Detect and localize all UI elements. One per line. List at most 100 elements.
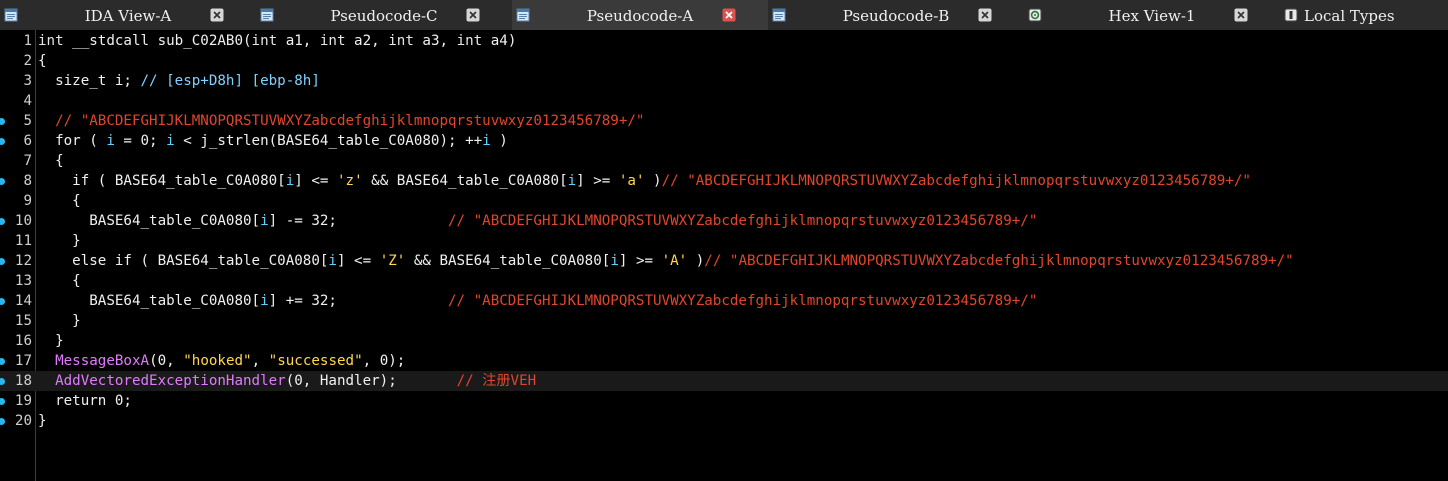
code-line[interactable]: 10 BASE64_table_C0A080[i] -= 32; // "ABC… — [0, 211, 1448, 231]
code-text: AddVectoredExceptionHandler(0, Handler);… — [38, 371, 536, 391]
code-text: int __stdcall sub_C02AB0(int a1, int a2,… — [38, 31, 516, 51]
tab-label: Local Types — [1304, 7, 1395, 25]
code-token: else if ( BASE64_table_C0A080[ — [38, 253, 329, 269]
close-icon[interactable] — [210, 8, 224, 22]
tab-local-types[interactable]: Local Types — [1280, 0, 1448, 30]
code-token: i — [106, 133, 115, 149]
code-token: , — [251, 353, 269, 369]
tab-pseudocode-a[interactable]: Pseudocode-A — [512, 0, 768, 30]
code-token: ] <= — [294, 173, 337, 189]
code-token: } — [38, 333, 64, 349]
code-line[interactable]: 19 return 0; — [0, 391, 1448, 411]
code-line[interactable]: 2{ — [0, 51, 1448, 71]
code-token: // [esp+D8h] [ebp-8h] — [140, 73, 320, 89]
line-number: 4 — [23, 93, 32, 109]
code-token: // "ABCDEFGHIJKLMNOPQRSTUVWXYZabcdefghij… — [704, 253, 1294, 269]
code-line[interactable]: 16 } — [0, 331, 1448, 351]
code-token: AddVectoredExceptionHandler — [55, 373, 286, 389]
code-line[interactable]: 8 if ( BASE64_table_C0A080[i] <= 'z' && … — [0, 171, 1448, 191]
code-line[interactable]: 1 int __stdcall sub_C02AB0(int a1, int a2… — [0, 31, 1448, 51]
code-token: int — [38, 33, 64, 49]
tab-pseudocode-c[interactable]: Pseudocode-C — [256, 0, 512, 30]
code-text: { — [38, 51, 47, 71]
code-line[interactable]: 11 } — [0, 231, 1448, 251]
code-line[interactable]: 15 } — [0, 311, 1448, 331]
code-token: i — [610, 253, 619, 269]
line-number: 3 — [23, 73, 32, 89]
line-number: 18 — [14, 373, 32, 389]
local-types-icon — [1284, 8, 1298, 22]
code-token: // "ABCDEFGHIJKLMNOPQRSTUVWXYZabcdefghij… — [661, 173, 1251, 189]
code-token: // "ABCDEFGHIJKLMNOPQRSTUVWXYZabcdefghij… — [55, 113, 645, 129]
code-token: i — [260, 213, 269, 229]
code-text: MessageBoxA(0, "hooked", "successed", 0)… — [38, 351, 405, 371]
code-token: ) — [490, 133, 508, 149]
close-icon[interactable] — [1234, 8, 1248, 22]
code-token: = 0; — [114, 133, 167, 149]
code-text: } — [38, 411, 47, 431]
code-token: (0, — [149, 353, 184, 369]
tab-pseudocode-b[interactable]: Pseudocode-B — [768, 0, 1024, 30]
code-token: for ( — [38, 133, 107, 149]
line-number: 7 — [23, 153, 32, 169]
code-line[interactable]: 12 else if ( BASE64_table_C0A080[i] <= '… — [0, 251, 1448, 271]
tab-bar: IDA View-A Pseudocode-C Pseudocode-A Pseudo… — [0, 0, 1448, 30]
pseudocode-editor[interactable]: 1 int __stdcall sub_C02AB0(int a1, int a2… — [0, 30, 1448, 481]
code-token: ) — [644, 173, 662, 189]
code-token: ) — [687, 253, 705, 269]
code-token: { — [38, 53, 47, 69]
code-text: // "ABCDEFGHIJKLMNOPQRSTUVWXYZabcdefghij… — [38, 111, 644, 131]
close-icon[interactable] — [978, 8, 992, 22]
code-token: < j_strlen(BASE64_table_C0A080); ++ — [174, 133, 483, 149]
line-number: 15 — [14, 313, 32, 329]
code-token: int — [388, 33, 414, 49]
code-line[interactable]: 5 // "ABCDEFGHIJKLMNOPQRSTUVWXYZabcdefgh… — [0, 111, 1448, 131]
code-line[interactable]: 7 { — [0, 151, 1448, 171]
code-token: , 0); — [362, 353, 406, 369]
tab-hex-view-1[interactable]: Hex View-1 — [1024, 0, 1280, 30]
code-line[interactable]: 18 AddVectoredExceptionHandler(0, Handle… — [0, 371, 1448, 391]
code-text: size_t i; // [esp+D8h] [ebp-8h] — [38, 71, 320, 91]
code-text: { — [38, 151, 64, 171]
line-number: 6 — [23, 133, 32, 149]
code-token: } — [38, 413, 47, 429]
line-number: 2 — [23, 53, 32, 69]
code-token: BASE64_table_C0A080[ — [38, 293, 261, 309]
code-token: MessageBoxA — [55, 353, 150, 369]
code-line[interactable]: 17 MessageBoxA(0, "hooked", "successed",… — [0, 351, 1448, 371]
line-number: 9 — [23, 193, 32, 209]
code-text: } — [38, 311, 81, 331]
code-token: && BASE64_table_C0A080[ — [405, 253, 611, 269]
code-line[interactable]: 14 BASE64_table_C0A080[i] += 32; // "ABC… — [0, 291, 1448, 311]
code-token: BASE64_table_C0A080[ — [38, 213, 261, 229]
code-line[interactable]: 6 for ( i = 0; i < j_strlen(BASE64_table… — [0, 131, 1448, 151]
code-line[interactable]: 4 — [0, 91, 1448, 111]
code-text: else if ( BASE64_table_C0A080[i] <= 'Z' … — [38, 251, 1294, 271]
code-text: BASE64_table_C0A080[i] -= 32; // "ABCDEF… — [38, 211, 1037, 231]
code-token: i — [285, 173, 295, 189]
code-token: if ( BASE64_table_C0A080[ — [38, 173, 286, 189]
close-icon[interactable] — [722, 8, 736, 22]
close-icon[interactable] — [466, 8, 480, 22]
line-number: 14 — [14, 293, 32, 309]
code-text: if ( BASE64_table_C0A080[i] <= 'z' && BA… — [38, 171, 1251, 191]
line-number: 13 — [14, 273, 32, 289]
line-number: 5 — [23, 113, 32, 129]
code-token: } — [38, 233, 81, 249]
code-token: ] += 32; — [268, 293, 449, 309]
code-token: __stdcall sub_C02AB0( — [63, 33, 252, 49]
tab-ida-view-a[interactable]: IDA View-A — [0, 0, 256, 30]
code-token: int — [251, 33, 278, 49]
code-token: 'Z' — [379, 253, 406, 269]
code-token: a1, — [277, 33, 320, 49]
line-number: 12 — [14, 253, 32, 269]
code-line[interactable]: 13 { — [0, 271, 1448, 291]
code-token: i — [328, 253, 337, 269]
code-line[interactable]: 20} — [0, 411, 1448, 431]
code-token: && BASE64_table_C0A080[ — [362, 173, 568, 189]
code-line[interactable]: 9 { — [0, 191, 1448, 211]
code-token: 'A' — [661, 253, 688, 269]
code-token: { — [38, 153, 64, 169]
code-line[interactable]: 3 size_t i; // [esp+D8h] [ebp-8h] — [0, 71, 1448, 91]
